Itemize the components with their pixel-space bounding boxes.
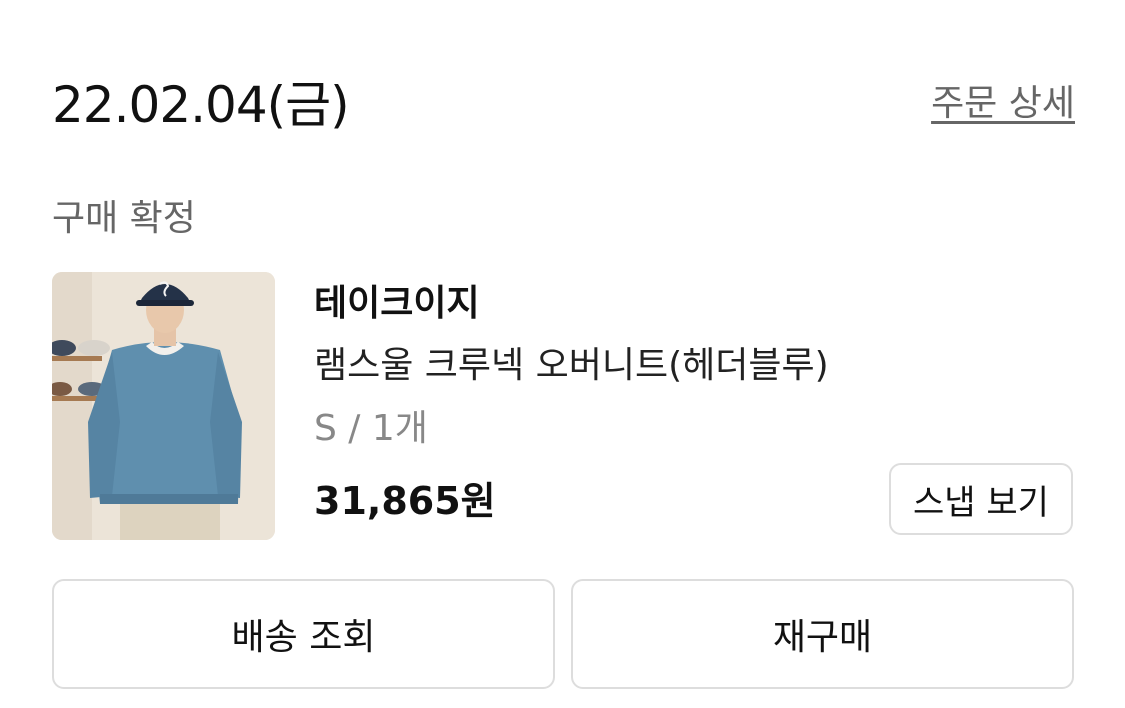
product-thumbnail[interactable]	[52, 272, 275, 540]
product-photo	[52, 272, 275, 540]
snap-view-button[interactable]: 스냅 보기	[889, 463, 1073, 535]
order-date: 22.02.04(금)	[52, 76, 350, 134]
order-history-card: 22.02.04(금) 주문 상세 구매 확정 테이크이지 램스울 크루넥 오버…	[0, 0, 1125, 708]
order-status: 구매 확정	[52, 198, 196, 239]
reorder-button[interactable]: 재구매	[571, 579, 1074, 689]
product-price: 31,865원	[314, 479, 496, 523]
order-detail-link[interactable]: 주문 상세	[931, 80, 1075, 128]
track-delivery-button[interactable]: 배송 조회	[52, 579, 555, 689]
product-option: S / 1개	[314, 408, 428, 449]
brand-name[interactable]: 테이크이지	[314, 280, 480, 328]
product-name[interactable]: 램스울 크루넥 오버니트(헤더블루)	[314, 342, 829, 390]
